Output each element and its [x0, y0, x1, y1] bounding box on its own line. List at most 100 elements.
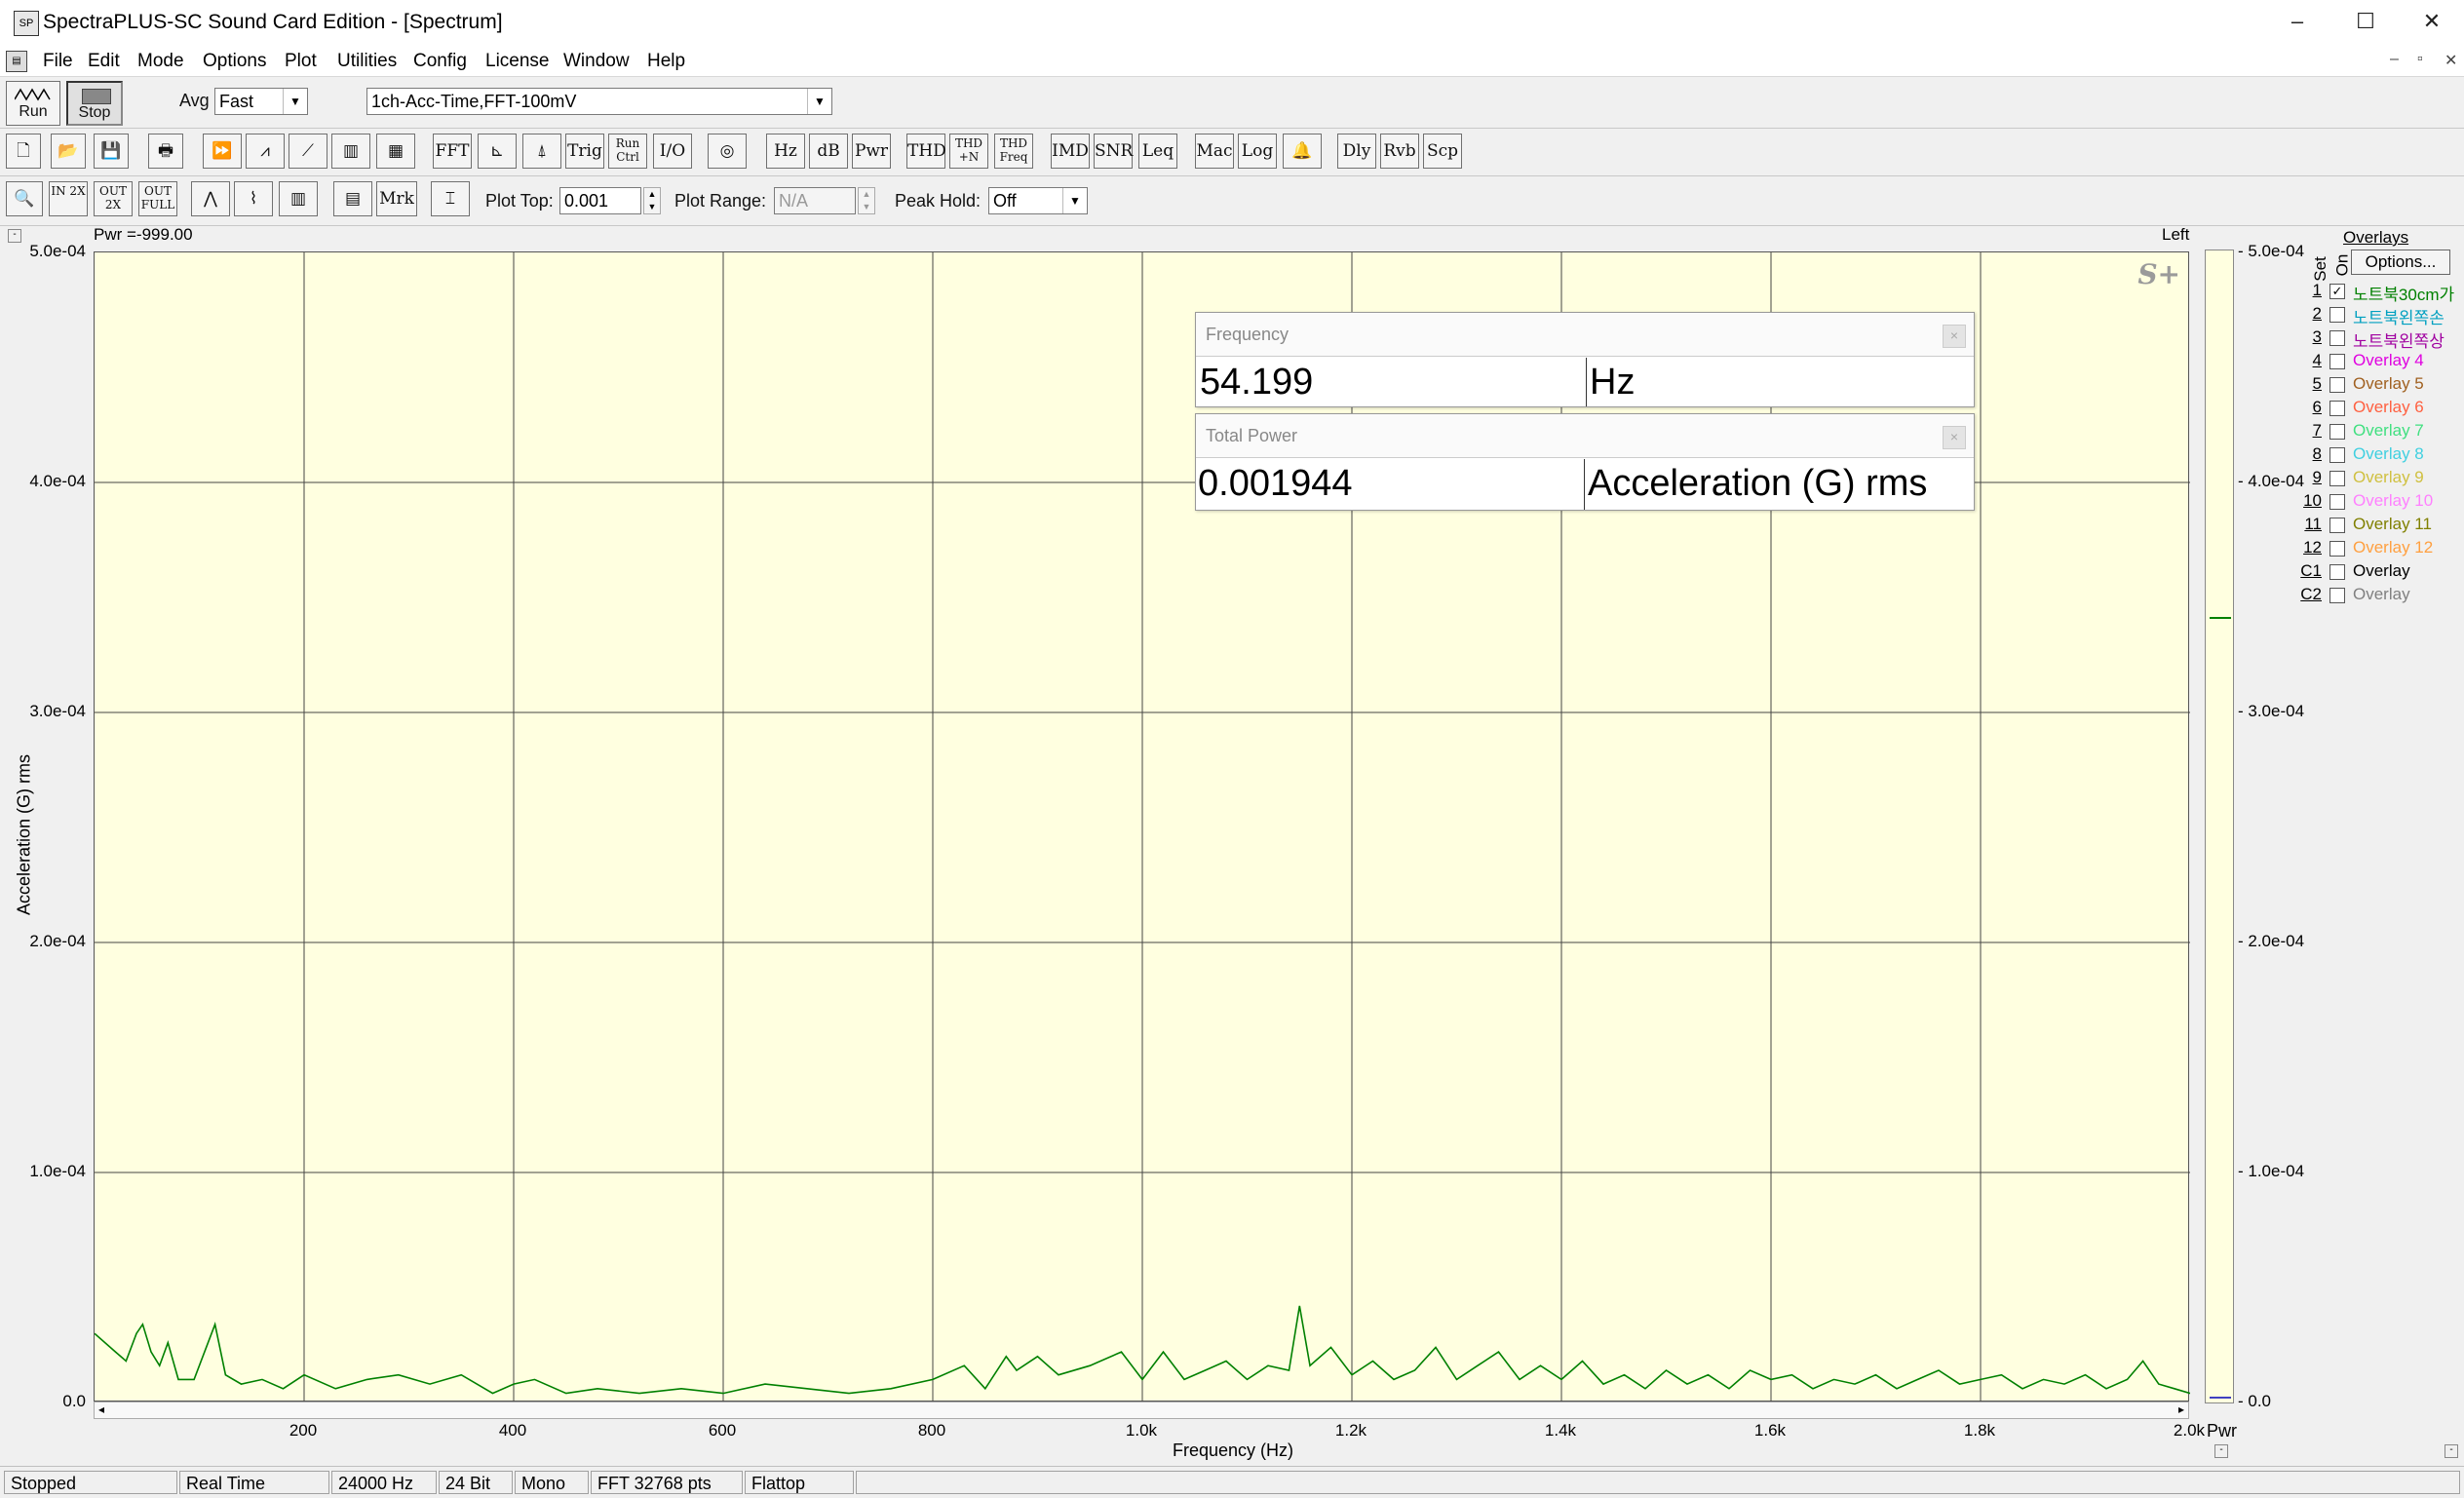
menu-file[interactable]: File [43, 51, 73, 72]
overlay-checkbox[interactable] [2329, 541, 2345, 557]
overlay-options-button[interactable]: Options... [2351, 250, 2450, 275]
spectrogram-icon[interactable]: ▥ [331, 134, 370, 169]
new-file-icon[interactable]: 🗋 [6, 134, 41, 169]
mrk-button[interactable]: Mrk [376, 181, 417, 216]
menu-utilities[interactable]: Utilities [337, 51, 397, 72]
overlay-set-button[interactable]: 6 [2300, 398, 2322, 417]
close-icon[interactable]: × [1943, 426, 1966, 449]
thd-n-button[interactable]: THD +N [949, 134, 988, 169]
ramp-icon[interactable]: ⟋ [289, 134, 327, 169]
generator-icon[interactable]: ◎ [708, 134, 747, 169]
stop-button[interactable]: Stop [66, 81, 123, 126]
fast-forward-icon[interactable]: ⏩ [203, 134, 242, 169]
overlay-checkbox[interactable] [2329, 424, 2345, 440]
plot-layout-icon[interactable]: ▤ [333, 181, 372, 216]
collapse-icon[interactable]: - [8, 229, 21, 243]
overlay-checkbox[interactable] [2329, 588, 2345, 603]
imd-button[interactable]: IMD [1051, 134, 1090, 169]
fft-button[interactable]: FFT [433, 134, 472, 169]
open-folder-icon[interactable]: 📂 [51, 134, 86, 169]
print-icon[interactable]: 🖶 [148, 134, 183, 169]
overlay-checkbox[interactable] [2329, 564, 2345, 580]
zoom-out-full-button[interactable]: OUT FULL [138, 181, 177, 216]
line-plot-icon[interactable]: ⌇ [234, 181, 273, 216]
zoom-in-2x-button[interactable]: IN 2X [49, 181, 88, 216]
menu-license[interactable]: License [485, 51, 550, 72]
run-button[interactable]: Run [6, 81, 60, 126]
io-button[interactable]: I/O [653, 134, 692, 169]
bar-plot-icon[interactable]: ▥ [279, 181, 318, 216]
plot-top-input[interactable]: 0.001 [559, 187, 641, 214]
minimize-button[interactable]: – [2263, 0, 2331, 43]
close-button[interactable]: ✕ [2398, 0, 2464, 43]
dly-button[interactable]: Dly [1337, 134, 1376, 169]
rvb-button[interactable]: Rvb [1380, 134, 1419, 169]
config-select[interactable]: 1ch-Acc-Time,FFT-100mV ▼ [366, 88, 832, 115]
overlay-checkbox[interactable] [2329, 471, 2345, 486]
mdi-restore-button[interactable]: ▫ [2417, 51, 2423, 68]
overlay-checkbox[interactable]: ✓ [2329, 284, 2345, 299]
axis-icon[interactable]: ⊾ [478, 134, 517, 169]
run-ctrl-button[interactable]: Run Ctrl [608, 134, 647, 169]
overlay-set-button[interactable]: 1 [2300, 281, 2322, 300]
overlay-checkbox[interactable] [2329, 330, 2345, 346]
overlay-set-button[interactable]: 4 [2300, 351, 2322, 370]
menu-plot[interactable]: Plot [285, 51, 317, 72]
mac-button[interactable]: Mac [1195, 134, 1234, 169]
trigger-icon[interactable]: ⍋ [522, 134, 561, 169]
overlay-checkbox[interactable] [2329, 494, 2345, 510]
mdi-minimize-button[interactable]: – [2390, 51, 2399, 68]
cursor-icon[interactable]: ⌶ [431, 181, 470, 216]
document-icon[interactable]: ▤ [6, 51, 27, 72]
spectrum-icon[interactable]: ⩘ [246, 134, 285, 169]
overlay-checkbox[interactable] [2329, 307, 2345, 323]
overlay-checkbox[interactable] [2329, 518, 2345, 533]
save-icon[interactable]: 💾 [94, 134, 129, 169]
menu-mode[interactable]: Mode [137, 51, 184, 72]
close-icon[interactable]: × [1943, 325, 1966, 348]
maximize-button[interactable]: ☐ [2331, 0, 2400, 43]
scroll-left-icon[interactable]: ◂ [98, 1402, 104, 1416]
scroll-right-icon[interactable]: ▸ [2178, 1402, 2184, 1416]
overlay-set-button[interactable]: 8 [2300, 444, 2322, 464]
collapse-icon[interactable]: - [2445, 1444, 2458, 1458]
avg-select[interactable]: Fast ▼ [214, 88, 308, 115]
db-button[interactable]: dB [809, 134, 848, 169]
snr-button[interactable]: SNR [1094, 134, 1133, 169]
plot-range-spinner[interactable]: ▲ ▼ [858, 187, 875, 214]
alarm-bell-icon[interactable]: 🔔 [1283, 134, 1322, 169]
app-icon[interactable]: SP [14, 11, 39, 36]
log-button[interactable]: Log [1238, 134, 1277, 169]
overlay-set-button[interactable]: 10 [2300, 491, 2322, 511]
pwr-button[interactable]: Pwr [852, 134, 891, 169]
menu-config[interactable]: Config [413, 51, 467, 72]
menu-edit[interactable]: Edit [88, 51, 120, 72]
trig-button[interactable]: Trig [565, 134, 604, 169]
thd-button[interactable]: THD [906, 134, 946, 169]
overlay-set-button[interactable]: C1 [2300, 561, 2322, 581]
overlay-checkbox[interactable] [2329, 447, 2345, 463]
overlay-set-button[interactable]: 12 [2300, 538, 2322, 557]
overlay-set-button[interactable]: 3 [2300, 327, 2322, 347]
menu-help[interactable]: Help [647, 51, 685, 72]
menu-window[interactable]: Window [563, 51, 630, 72]
overlay-checkbox[interactable] [2329, 377, 2345, 393]
peak-icon[interactable]: ⋀ [191, 181, 230, 216]
overlay-set-button[interactable]: 11 [2300, 515, 2322, 534]
scp-button[interactable]: Scp [1423, 134, 1462, 169]
overlay-set-button[interactable]: 7 [2300, 421, 2322, 441]
leq-button[interactable]: Leq [1138, 134, 1177, 169]
menu-options[interactable]: Options [203, 51, 266, 72]
overlay-checkbox[interactable] [2329, 401, 2345, 416]
total-power-readout[interactable]: Total Power × 0.001944 Acceleration (G) r… [1195, 413, 1975, 511]
horizontal-scrollbar[interactable]: ◂ ▸ [94, 1402, 2189, 1419]
plot-range-input[interactable]: N/A [774, 187, 856, 214]
overlay-set-button[interactable]: 5 [2300, 374, 2322, 394]
overlay-set-button[interactable]: 2 [2300, 304, 2322, 324]
collapse-icon[interactable]: - [2214, 1444, 2228, 1458]
overlay-set-button[interactable]: C2 [2300, 585, 2322, 604]
3d-surface-icon[interactable]: ▦ [376, 134, 415, 169]
overlay-set-button[interactable]: 9 [2300, 468, 2322, 487]
zoom-out-2x-button[interactable]: OUT 2X [94, 181, 133, 216]
frequency-readout[interactable]: Frequency × 54.199 Hz [1195, 312, 1975, 407]
